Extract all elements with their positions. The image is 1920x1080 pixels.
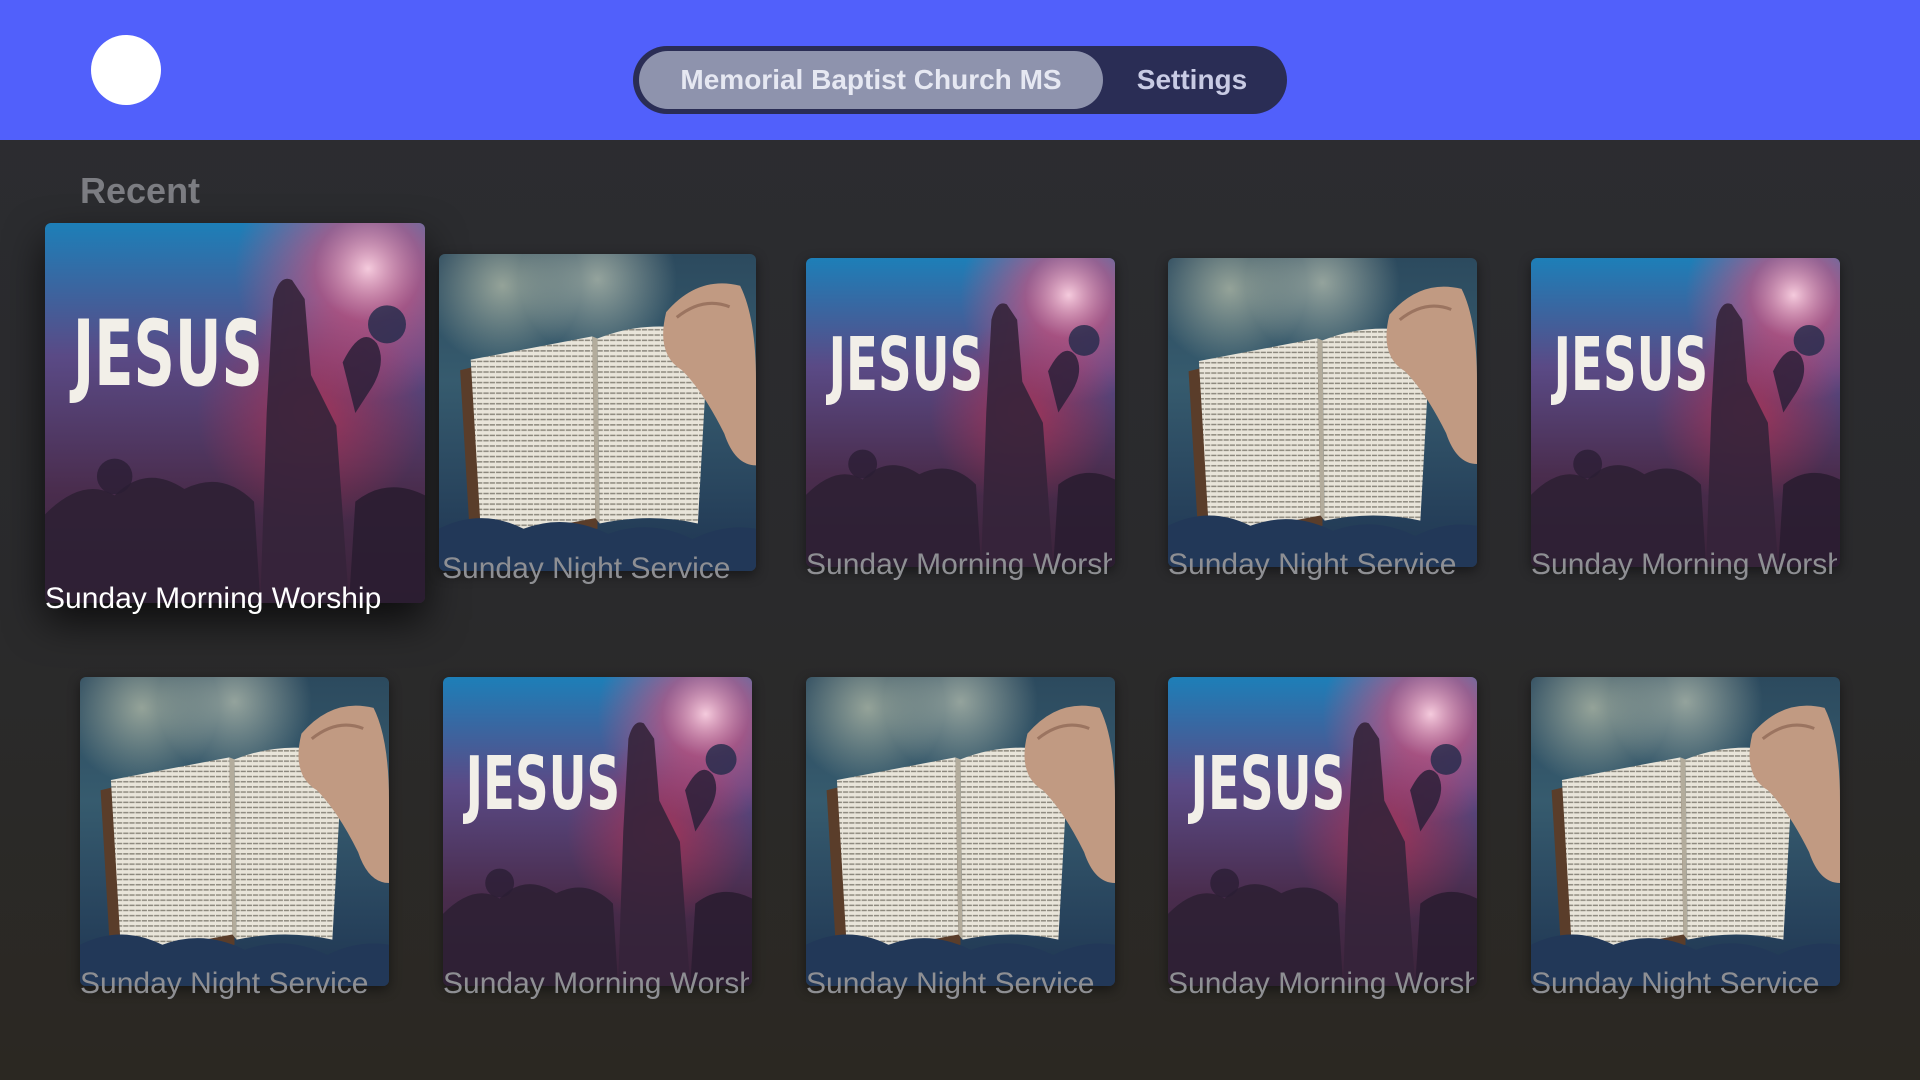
tab-memorial-baptist-church-ms[interactable]: Memorial Baptist Church MS bbox=[639, 51, 1103, 109]
media-card-title: Sunday Night Service bbox=[806, 967, 1095, 1000]
media-card-title: Sunday Morning Worship bbox=[1168, 967, 1474, 1000]
jesus-worship-image[interactable]: JESUS bbox=[1168, 677, 1477, 986]
jesus-worship-image[interactable]: JESUS bbox=[806, 258, 1115, 567]
open-bible-image[interactable] bbox=[1168, 258, 1477, 567]
section-title: Recent bbox=[80, 170, 201, 211]
profile-avatar[interactable] bbox=[91, 35, 161, 105]
media-card-title: Sunday Night Service bbox=[1168, 548, 1457, 581]
jesus-art-text: JESUS bbox=[1188, 741, 1346, 827]
media-card-title: Sunday Night Service bbox=[80, 967, 369, 1000]
media-card-title: Sunday Morning Worship bbox=[443, 967, 749, 1000]
media-card-title: Sunday Night Service bbox=[1531, 967, 1820, 1000]
open-bible-image[interactable] bbox=[1531, 677, 1840, 986]
jesus-worship-image[interactable]: JESUS bbox=[1531, 258, 1840, 567]
open-bible-image[interactable] bbox=[806, 677, 1115, 986]
media-card-title: Sunday Morning Worship bbox=[45, 582, 382, 615]
jesus-art-text: JESUS bbox=[69, 300, 263, 407]
media-card-title: Sunday Night Service bbox=[442, 552, 731, 585]
open-bible-image[interactable] bbox=[439, 254, 756, 571]
jesus-worship-image[interactable]: JESUS bbox=[45, 223, 425, 603]
jesus-art-text: JESUS bbox=[826, 322, 984, 408]
jesus-art-text: JESUS bbox=[463, 741, 621, 827]
media-card-title: Sunday Morning Worship bbox=[1531, 548, 1837, 581]
tab-settings[interactable]: Settings bbox=[1103, 51, 1281, 109]
open-bible-image[interactable] bbox=[80, 677, 389, 986]
jesus-worship-image[interactable]: JESUS bbox=[443, 677, 752, 986]
media-card-title: Sunday Morning Worship bbox=[806, 548, 1112, 581]
tab-bar: Memorial Baptist Church MS Settings bbox=[633, 46, 1287, 114]
jesus-art-text: JESUS bbox=[1551, 322, 1709, 408]
